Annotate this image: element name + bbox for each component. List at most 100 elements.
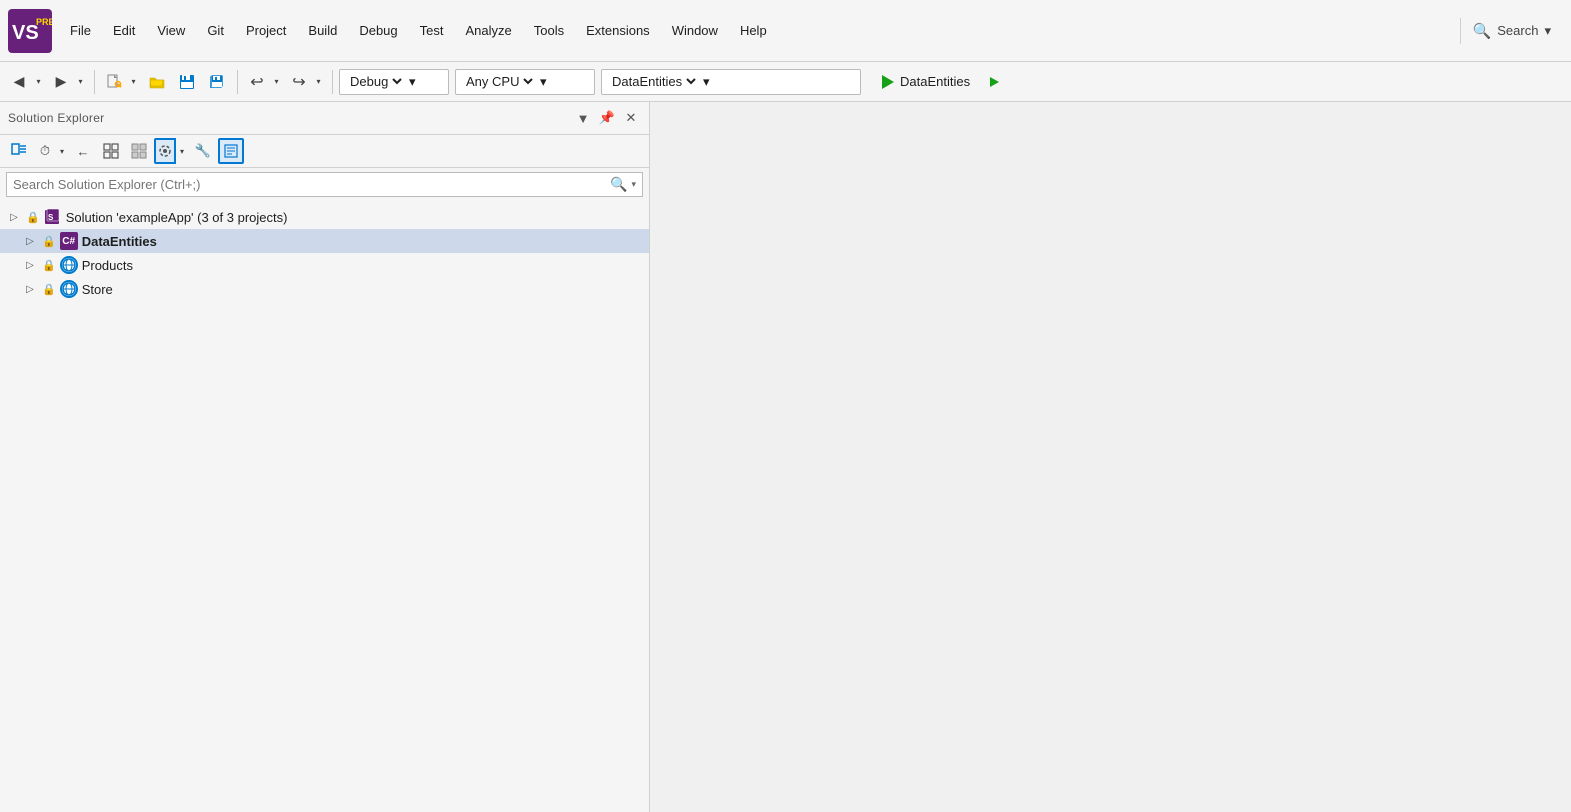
menu-git[interactable]: Git [197,19,234,42]
open-button[interactable] [143,68,171,96]
menu-search-dropdown-icon[interactable]: ▾ [1544,23,1551,39]
store-web-icon [60,280,78,298]
solution-label: Solution 'exampleApp' (3 of 3 projects) [66,210,288,225]
save-button[interactable] [173,68,201,96]
se-header-icons: ▼ 📌 ✕ [573,108,641,128]
se-history-dropdown[interactable]: ▾ [56,138,68,164]
startup-dropdown[interactable]: DataEntities ▾ [601,69,861,95]
menu-debug[interactable]: Debug [349,19,407,42]
menu-search-area[interactable]: 🔍 Search ▾ [1460,18,1563,44]
undo-dropdown[interactable]: ▾ [270,69,284,95]
se-pin-icon[interactable]: 📌 [597,108,617,128]
se-collapse-all-button[interactable] [98,138,124,164]
se-search-input[interactable] [13,177,606,192]
se-close-icon[interactable]: ✕ [621,108,641,128]
undo-button[interactable]: ↩ [244,69,270,95]
menu-help[interactable]: Help [730,19,777,42]
se-view-code-button[interactable] [218,138,244,164]
redo-button[interactable]: ↪ [286,69,312,95]
content-area [650,102,1571,812]
back-dropdown[interactable]: ▾ [32,69,46,95]
tree-container: ▷ 🔒 S Solution 'exampleApp' (3 of 3 proj… [0,201,649,812]
se-properties-button[interactable]: 🔧 [190,138,216,164]
se-settings-dropdown[interactable]: ▾ [176,138,188,164]
back-button[interactable]: ◀ [6,69,32,95]
se-search-dropdown[interactable]: ▾ [631,179,636,190]
menu-search-label[interactable]: Search [1497,23,1538,38]
menu-test[interactable]: Test [410,19,454,42]
solution-explorer-panel: Solution Explorer ▼ 📌 ✕ ⏱ ▾ [0,102,650,812]
separator-2 [237,70,238,94]
dataentities-label: DataEntities [82,234,157,249]
nav-forward-group: ▶ ▾ [48,69,88,95]
menu-search-icon: 🔍 [1473,22,1492,40]
se-title: Solution Explorer [8,111,573,125]
svg-text:S: S [48,213,54,222]
menu-build[interactable]: Build [298,19,347,42]
config-select[interactable]: Debug [346,73,405,90]
products-expand-icon[interactable]: ▷ [22,257,38,273]
forward-button[interactable]: ▶ [48,69,74,95]
new-item-dropdown[interactable]: ▾ [127,69,141,95]
menu-view[interactable]: View [147,19,195,42]
run-dropdown[interactable] [985,68,1004,96]
new-item-button[interactable] [101,68,127,96]
products-lock-icon: 🔒 [42,259,56,272]
forward-dropdown[interactable]: ▾ [74,69,88,95]
platform-select[interactable]: Any CPU [462,73,536,90]
menu-tools[interactable]: Tools [524,19,574,42]
store-lock-icon: 🔒 [42,283,56,296]
solution-expand-icon[interactable]: ▷ [6,209,22,225]
main-area: Solution Explorer ▼ 📌 ✕ ⏱ ▾ [0,102,1571,812]
svg-text:VS: VS [12,22,39,44]
products-label: Products [82,258,133,273]
platform-dropdown[interactable]: Any CPU ▾ [455,69,595,95]
se-toolbar: ⏱ ▾ ← [0,135,649,168]
vs-logo: VS PRE [8,9,52,53]
project-dataentities[interactable]: ▷ 🔒 C# DataEntities [0,229,649,253]
redo-group: ↪ ▾ [286,69,326,95]
main-toolbar: ◀ ▾ ▶ ▾ ▾ [0,62,1571,102]
menu-edit[interactable]: Edit [103,19,145,42]
se-settings-button[interactable] [154,138,176,164]
solution-node[interactable]: ▷ 🔒 S Solution 'exampleApp' (3 of 3 proj… [0,205,649,229]
new-item-group: ▾ [101,68,141,96]
run-play-icon [882,75,894,89]
store-expand-icon[interactable]: ▷ [22,281,38,297]
config-dropdown-arrow: ▾ [409,74,416,90]
se-history-button[interactable]: ⏱ [34,138,56,164]
dataentities-expand-icon[interactable]: ▷ [22,233,38,249]
dataentities-csharp-icon: C# [60,232,78,250]
solution-icon: S [44,208,62,226]
se-history-group: ⏱ ▾ [34,138,68,164]
menu-window[interactable]: Window [662,19,728,42]
run-dropdown-icon [990,77,999,87]
menu-items: File Edit View Git Project Build Debug T… [60,19,1460,42]
menu-project[interactable]: Project [236,19,296,42]
svg-text:PRE: PRE [36,17,52,27]
startup-select[interactable]: DataEntities [608,73,699,90]
run-button[interactable]: DataEntities [871,68,981,96]
nav-back-group: ◀ ▾ [6,69,46,95]
undo-group: ↩ ▾ [244,69,284,95]
project-store[interactable]: ▷ 🔒 Store [0,277,649,301]
se-header: Solution Explorer ▼ 📌 ✕ [0,102,649,135]
menu-extensions[interactable]: Extensions [576,19,660,42]
se-collapse-icon[interactable]: ▼ [573,108,593,128]
separator-3 [332,70,333,94]
menu-analyze[interactable]: Analyze [455,19,521,42]
se-sync-button[interactable] [6,138,32,164]
menu-file[interactable]: File [60,19,101,42]
run-area: DataEntities [871,68,1004,96]
se-settings-group: ▾ [154,138,188,164]
redo-dropdown[interactable]: ▾ [312,69,326,95]
se-search-box[interactable]: 🔍 ▾ [6,172,643,197]
save-all-button[interactable] [203,68,231,96]
platform-dropdown-arrow: ▾ [540,74,547,90]
run-button-label: DataEntities [900,74,970,89]
se-show-all-button[interactable] [126,138,152,164]
project-products[interactable]: ▷ 🔒 Products [0,253,649,277]
store-label: Store [82,282,113,297]
config-dropdown[interactable]: Debug ▾ [339,69,449,95]
se-back-button[interactable]: ← [70,138,96,164]
